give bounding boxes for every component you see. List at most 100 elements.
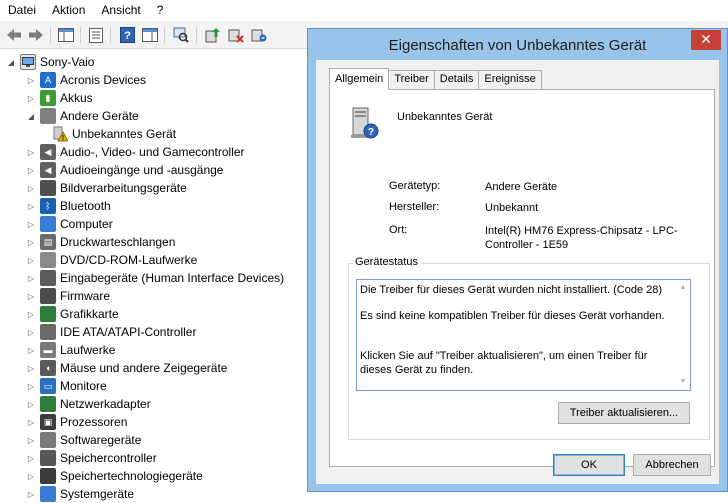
help-icon[interactable]: ? <box>117 25 137 45</box>
tree-category[interactable]: ▷ Bildverarbeitungsgeräte <box>26 179 187 197</box>
device-type-value: Andere Geräte <box>485 181 558 193</box>
tree-category[interactable]: ▷ Systemgeräte <box>26 485 134 503</box>
tree-category[interactable]: ▷ Speichercontroller <box>26 449 157 467</box>
manufacturer-label: Hersteller: <box>389 201 440 213</box>
device-status-text[interactable]: Die Treiber für dieses Gerät wurden nich… <box>356 279 691 391</box>
tree-category[interactable]: ▷ ◀ Audio-, Video- und Gamecontroller <box>26 143 245 161</box>
tree-item-label: DVD/CD-ROM-Laufwerke <box>60 253 198 267</box>
tab-ereignisse[interactable]: Ereignisse <box>478 70 542 89</box>
update-driver-button[interactable]: Treiber aktualisieren... <box>558 402 690 424</box>
speaker-icon: ◀ <box>40 162 56 178</box>
tree-category[interactable]: ▷ ▭ Monitore <box>26 377 107 395</box>
expand-icon[interactable]: ▷ <box>26 197 36 215</box>
tree-item-label: Acronis Devices <box>60 73 147 87</box>
collapse-icon[interactable]: ◢ <box>6 53 16 71</box>
expand-icon[interactable]: ▷ <box>26 305 36 323</box>
expand-icon[interactable]: ▷ <box>26 233 36 251</box>
back-arrow-icon[interactable] <box>4 25 24 45</box>
expand-icon[interactable]: ▷ <box>26 485 36 503</box>
menu-aktion[interactable]: Aktion <box>44 0 93 20</box>
tree-category[interactable]: ▷ ◀ Audioeingänge und -ausgänge <box>26 161 223 179</box>
uninstall-device-icon[interactable] <box>249 25 269 45</box>
tree-category[interactable]: ▷ Netzwerkadapter <box>26 395 151 413</box>
tree-category[interactable]: ▷ Grafikkarte <box>26 305 119 323</box>
scan-hardware-icon[interactable] <box>171 25 191 45</box>
expand-icon[interactable]: ▷ <box>26 251 36 269</box>
properties-dialog: Eigenschaften von Unbekanntes Gerät ✕ Al… <box>307 28 728 492</box>
tree-category[interactable]: ▷ Firmware <box>26 287 110 305</box>
ok-button[interactable]: OK <box>553 454 625 476</box>
expand-icon[interactable]: ▷ <box>26 431 36 449</box>
tab-treiber[interactable]: Treiber <box>388 70 435 89</box>
tab-details[interactable]: Details <box>433 70 480 89</box>
expand-icon[interactable]: ▷ <box>26 161 36 179</box>
expand-icon[interactable]: ▷ <box>26 449 36 467</box>
tree-item-label: Bildverarbeitungsgeräte <box>60 181 187 195</box>
network-adapter-icon <box>40 396 56 412</box>
expand-icon[interactable]: ▷ <box>26 359 36 377</box>
unknown-device-warning-icon: ! <box>52 126 68 142</box>
tab-allgemein[interactable]: Allgemein <box>329 68 390 90</box>
tree-category[interactable]: ▷ ᛒ Bluetooth <box>26 197 111 215</box>
forward-arrow-icon[interactable] <box>26 25 46 45</box>
expand-icon[interactable]: ▷ <box>26 323 36 341</box>
software-device-icon <box>40 432 56 448</box>
expand-icon[interactable]: ▷ <box>26 467 36 485</box>
tree-item-label: Firmware <box>60 289 110 303</box>
tree-child-item[interactable]: ! Unbekanntes Gerät <box>38 125 177 143</box>
expand-icon[interactable]: ▷ <box>26 341 36 359</box>
expand-icon[interactable]: ▷ <box>26 395 36 413</box>
scroll-down-icon[interactable]: ▼ <box>680 375 687 389</box>
action-pane-icon[interactable] <box>140 25 160 45</box>
mouse-icon: ◖ <box>40 360 56 376</box>
expand-icon[interactable]: ▷ <box>26 71 36 89</box>
menu-help[interactable]: ? <box>149 0 172 20</box>
tree-category[interactable]: ▷ Eingabegeräte (Human Interface Devices) <box>26 269 284 287</box>
tree-category[interactable]: ▷ Speichertechnologiegeräte <box>26 467 203 485</box>
expand-icon[interactable]: ▷ <box>26 413 36 431</box>
tree-category[interactable]: ▷ IDE ATA/ATAPI-Controller <box>26 323 196 341</box>
tree-item-label: Prozessoren <box>60 415 128 429</box>
menu-ansicht[interactable]: Ansicht <box>93 0 148 20</box>
tree-item-label: Laufwerke <box>60 343 116 357</box>
expand-icon[interactable]: ▷ <box>26 143 36 161</box>
expand-icon[interactable]: ▷ <box>26 179 36 197</box>
tree-item-label: Andere Geräte <box>60 109 139 123</box>
monitor-icon: ▭ <box>40 378 56 394</box>
expand-icon[interactable]: ▷ <box>26 377 36 395</box>
expand-icon[interactable]: ▷ <box>26 287 36 305</box>
show-hide-tree-icon[interactable] <box>56 25 76 45</box>
expand-icon[interactable]: ▷ <box>26 215 36 233</box>
tree-category[interactable]: ▷ ▬ Laufwerke <box>26 341 115 359</box>
printer-icon: ▤ <box>40 234 56 250</box>
update-driver-icon[interactable] <box>203 25 223 45</box>
scroll-up-icon[interactable]: ▲ <box>680 281 687 295</box>
expand-icon[interactable]: ▷ <box>26 269 36 287</box>
expand-icon[interactable]: ▷ <box>26 89 36 107</box>
tree-category[interactable]: ▷ Softwaregeräte <box>26 431 141 449</box>
tree-item-label: Bluetooth <box>60 199 111 213</box>
cancel-button[interactable]: Abbrechen <box>633 454 711 476</box>
tree-category[interactable]: ▷ ▣ Prozessoren <box>26 413 127 431</box>
tree-category[interactable]: ▷ ▤ Druckwarteschlangen <box>26 233 175 251</box>
computer-root-icon <box>20 54 36 70</box>
tree-category[interactable]: ▷ Computer <box>26 215 113 233</box>
disable-device-icon[interactable] <box>226 25 246 45</box>
acronis-icon: A <box>40 72 56 88</box>
tree-category[interactable]: ▷ DVD/CD-ROM-Laufwerke <box>26 251 197 269</box>
tree-item-label: Eingabegeräte (Human Interface Devices) <box>60 271 285 285</box>
tree-category[interactable]: ▷ ◖ Mäuse und andere Zeigegeräte <box>26 359 227 377</box>
tree-category[interactable]: ▷ ▮ Akkus <box>26 89 93 107</box>
close-icon[interactable]: ✕ <box>691 30 721 50</box>
menu-datei[interactable]: Datei <box>0 0 44 20</box>
collapse-icon[interactable]: ◢ <box>26 107 36 125</box>
properties-icon[interactable] <box>86 25 106 45</box>
location-label: Ort: <box>389 224 408 236</box>
toolbar-separator <box>164 27 165 43</box>
status-scrollbar[interactable]: ▲ ▼ <box>677 281 689 389</box>
tree-category[interactable]: ▷ A Acronis Devices <box>26 71 146 89</box>
tree-item-label: Grafikkarte <box>60 307 119 321</box>
toolbar-separator <box>80 27 81 43</box>
tree-root[interactable]: ◢ Sony-Vaio <box>6 53 94 71</box>
tree-category[interactable]: ◢ Andere Geräte <box>26 107 139 125</box>
